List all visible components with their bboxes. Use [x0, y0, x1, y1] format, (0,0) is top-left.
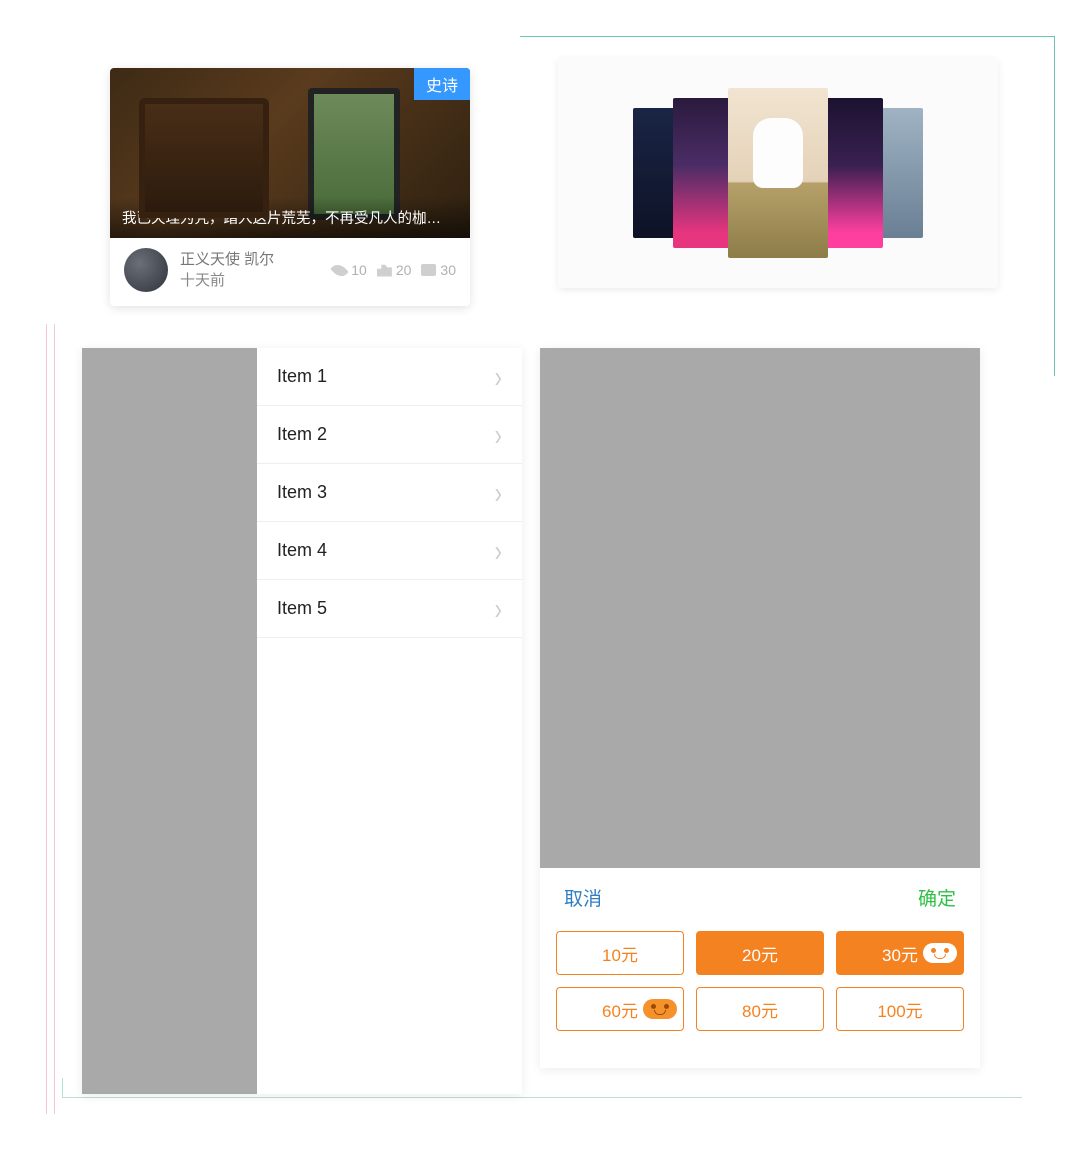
carousel-slide-active[interactable] [728, 88, 828, 258]
card-caption: 我已天理为凭，踏入这片荒芜，不再受凡人的枷… [110, 197, 470, 238]
chevron-right-icon: › [495, 590, 502, 626]
amount-option-10[interactable]: 10元 [556, 931, 684, 975]
promo-badge-icon [923, 943, 957, 963]
author-name: 正义天使 凯尔 [180, 249, 320, 270]
sheet-actions: 取消 确定 [540, 868, 980, 927]
image-carousel[interactable] [558, 58, 998, 288]
placeholder-panel [82, 348, 257, 1094]
amount-label: 80元 [742, 997, 778, 1022]
list-item-label: Item 3 [277, 482, 327, 503]
confirm-button[interactable]: 确定 [918, 884, 956, 911]
card-hero-image: 史诗 我已天理为凭，踏入这片荒芜，不再受凡人的枷… [110, 68, 470, 238]
amount-label: 100元 [877, 997, 922, 1022]
amount-label: 20元 [742, 941, 778, 966]
card-stats: 10 20 30 [332, 262, 456, 278]
chevron-right-icon: › [495, 474, 502, 510]
list-item-label: Item 1 [277, 366, 327, 387]
cancel-button[interactable]: 取消 [564, 884, 602, 911]
view-count: 10 [351, 262, 367, 278]
amount-option-60[interactable]: 60元 [556, 987, 684, 1031]
promo-badge-icon [643, 999, 677, 1019]
list-item[interactable]: Item 5 › [257, 580, 522, 638]
placeholder-panel [540, 348, 980, 868]
item-list: Item 1 › Item 2 › Item 3 › Item 4 › Item… [257, 348, 522, 1094]
like-count: 20 [396, 262, 412, 278]
list-item[interactable]: Item 3 › [257, 464, 522, 522]
amount-option-80[interactable]: 80元 [696, 987, 824, 1031]
author-avatar[interactable] [124, 248, 168, 292]
list-item-label: Item 2 [277, 424, 327, 445]
eye-icon [331, 261, 349, 279]
list-item[interactable]: Item 1 › [257, 348, 522, 406]
feature-card[interactable]: 史诗 我已天理为凭，踏入这片荒芜，不再受凡人的枷… 正义天使 凯尔 十天前 10… [110, 68, 470, 306]
chevron-right-icon: › [495, 358, 502, 394]
list-item[interactable]: Item 4 › [257, 522, 522, 580]
rarity-badge: 史诗 [414, 68, 470, 100]
list-item-label: Item 4 [277, 540, 327, 561]
amount-option-30[interactable]: 30元 [836, 931, 964, 975]
list-item-label: Item 5 [277, 598, 327, 619]
time-ago: 十天前 [180, 270, 320, 291]
amount-grid: 10元 20元 30元 60元 80元 100元 [540, 927, 980, 1047]
sidebar-list-panel: Item 1 › Item 2 › Item 3 › Item 4 › Item… [82, 348, 522, 1094]
list-item[interactable]: Item 2 › [257, 406, 522, 464]
amount-option-20[interactable]: 20元 [696, 931, 824, 975]
thumbs-up-icon [377, 264, 392, 277]
chevron-right-icon: › [495, 416, 502, 452]
amount-label: 60元 [602, 997, 638, 1022]
amount-label: 10元 [602, 941, 638, 966]
card-meta: 正义天使 凯尔 十天前 10 20 30 [110, 238, 470, 306]
amount-option-100[interactable]: 100元 [836, 987, 964, 1031]
bottom-sheet-panel: 取消 确定 10元 20元 30元 60元 80元 100元 [540, 348, 980, 1068]
comment-count: 30 [440, 262, 456, 278]
comment-icon [421, 264, 436, 276]
chevron-right-icon: › [495, 532, 502, 568]
author-block: 正义天使 凯尔 十天前 [180, 249, 320, 291]
amount-label: 30元 [882, 941, 918, 966]
